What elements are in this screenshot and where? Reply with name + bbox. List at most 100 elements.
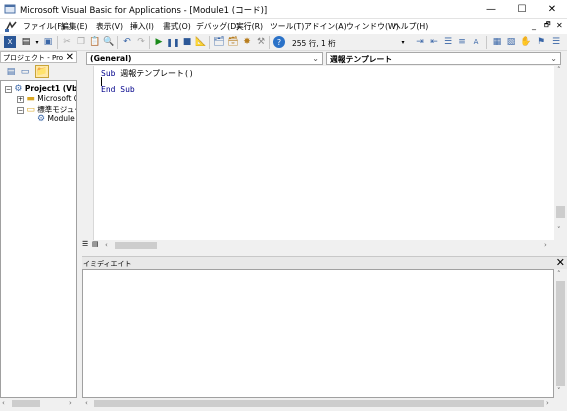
mdi-minimize-button[interactable]: _ bbox=[532, 21, 536, 30]
maximize-button[interactable]: ☐ bbox=[507, 0, 537, 19]
scroll-right-icon[interactable]: › bbox=[544, 241, 547, 249]
toolbox-icon[interactable]: ⚒ bbox=[255, 36, 267, 48]
cut-icon[interactable]: ✂ bbox=[61, 36, 73, 48]
help-icon[interactable]: ? bbox=[273, 36, 285, 48]
menu-help[interactable]: ヘルプ(H) bbox=[393, 21, 428, 32]
object-browser-icon[interactable]: ✸ bbox=[241, 36, 253, 48]
design-mode-icon[interactable]: 📐 bbox=[195, 36, 207, 48]
menu-insert[interactable]: 挿入(I) bbox=[130, 21, 154, 32]
scroll-left-icon[interactable]: ‹ bbox=[85, 399, 88, 407]
project-icon: ⚙ bbox=[14, 84, 23, 94]
collapse-icon[interactable]: − bbox=[5, 85, 12, 93]
menu-format[interactable]: 書式(O) bbox=[163, 21, 191, 32]
scroll-thumb[interactable] bbox=[94, 400, 544, 407]
code-horizontal-scrollbar[interactable]: ☰ ▤ ‹ › bbox=[82, 240, 567, 251]
bookmark-icon[interactable]: ⚑ bbox=[535, 36, 547, 48]
menu-addins[interactable]: アドイン(A) bbox=[304, 21, 347, 32]
project-pane-toolbar: ▤ ▭ 📁 bbox=[0, 63, 77, 80]
toggle-folders-icon[interactable]: 📁 bbox=[35, 65, 49, 78]
undo-icon[interactable]: ↶ bbox=[121, 36, 133, 48]
reset-icon[interactable]: ■ bbox=[181, 36, 193, 48]
redo-icon[interactable]: ↷ bbox=[135, 36, 147, 48]
open-folder-icon: ▭ bbox=[26, 105, 35, 115]
code-vertical-scrollbar[interactable]: ˄ ˅ bbox=[554, 66, 567, 240]
mdi-close-button[interactable]: ✕ bbox=[556, 21, 563, 30]
toggle-breakpoint-icon[interactable]: ✋ bbox=[520, 36, 532, 48]
menu-file[interactable]: ファイル(F) bbox=[23, 21, 65, 32]
scroll-right-icon[interactable]: › bbox=[69, 399, 72, 407]
tree-item-label: Module bbox=[47, 114, 75, 123]
view-excel-icon[interactable]: X bbox=[4, 36, 16, 48]
standard-toolbar: X ▤ ▾ ▣ ✂ ❐ 📋 🔍 ↶ ↷ ▶ ❚❚ ■ 📐 🗂 🗃 ✸ ⚒ ? 2… bbox=[0, 34, 567, 51]
scroll-up-icon[interactable]: ˄ bbox=[557, 66, 561, 74]
chevron-down-icon[interactable]: ⌄ bbox=[312, 54, 319, 63]
scroll-up-icon[interactable]: ˄ bbox=[557, 270, 561, 278]
project-horizontal-scrollbar[interactable]: ‹ › bbox=[0, 398, 77, 409]
chevron-down-icon[interactable]: ⌄ bbox=[550, 54, 557, 63]
project-pane-close-icon[interactable]: ✕ bbox=[66, 52, 74, 63]
break-icon[interactable]: ❚❚ bbox=[166, 36, 179, 48]
vba-app-icon bbox=[4, 4, 16, 14]
indent-icon[interactable]: ⇥ bbox=[414, 36, 426, 48]
scroll-down-icon[interactable]: ˅ bbox=[557, 226, 561, 234]
menu-debug[interactable]: デバッグ(D) bbox=[196, 21, 239, 32]
procedure-dropdown[interactable]: 週報テンプレート ⌄ bbox=[326, 52, 561, 65]
full-module-view-icon[interactable]: ▤ bbox=[92, 240, 101, 250]
scroll-left-icon[interactable]: ‹ bbox=[105, 241, 108, 249]
comment-block-icon[interactable]: ▦ bbox=[491, 36, 503, 48]
menu-edit[interactable]: 編集(E) bbox=[61, 21, 88, 32]
view-object-icon[interactable]: ▭ bbox=[19, 66, 31, 78]
menu-view[interactable]: 表示(V) bbox=[96, 21, 123, 32]
scroll-thumb[interactable] bbox=[556, 206, 565, 218]
next-bookmark-icon[interactable]: ☰ bbox=[550, 36, 562, 48]
immediate-close-icon[interactable]: ✕ bbox=[556, 256, 565, 269]
mdi-restore-button[interactable]: 🗗 bbox=[544, 21, 551, 32]
scroll-thumb[interactable] bbox=[12, 400, 40, 407]
object-dropdown[interactable]: (General) ⌄ bbox=[86, 52, 323, 65]
tree-item-project1[interactable]: − ⚙ Project1 (Vb bbox=[5, 84, 76, 94]
scroll-right-icon[interactable]: › bbox=[546, 399, 549, 407]
toolbar-separator bbox=[149, 36, 150, 49]
uncomment-block-icon[interactable]: ▧ bbox=[505, 36, 517, 48]
vba-icon[interactable] bbox=[4, 21, 18, 33]
menu-window[interactable]: ウィンドウ(W) bbox=[346, 21, 399, 32]
list-properties-icon[interactable]: ☰ bbox=[442, 36, 454, 48]
procedure-view-icon[interactable]: ☰ bbox=[82, 240, 91, 250]
expand-icon[interactable]: + bbox=[17, 95, 24, 103]
list-constants-icon[interactable]: ≡ bbox=[456, 36, 468, 48]
run-icon[interactable]: ▶ bbox=[153, 36, 165, 48]
menu-bar: ファイル(F) 編集(E) 表示(V) 挿入(I) 書式(O) デバッグ(D) … bbox=[0, 19, 567, 34]
collapse-icon[interactable]: − bbox=[17, 106, 24, 114]
immediate-vertical-scrollbar[interactable]: ˄ ˅ bbox=[554, 269, 567, 398]
properties-icon[interactable]: 🗃 bbox=[227, 36, 239, 48]
code-line-3[interactable]: End Sub bbox=[101, 85, 135, 94]
tree-item-microsoft-objects[interactable]: + ▬ Microsoft O bbox=[17, 94, 77, 104]
project-tree: − ⚙ Project1 (Vb + ▬ Microsoft O − ▭ 標準モ… bbox=[0, 80, 77, 398]
code-margin[interactable] bbox=[82, 66, 94, 240]
view-code-icon[interactable]: ▤ bbox=[5, 66, 17, 78]
find-icon[interactable]: 🔍 bbox=[103, 36, 115, 48]
scroll-thumb[interactable] bbox=[556, 281, 565, 386]
close-button[interactable]: ✕ bbox=[537, 0, 567, 19]
outdent-icon[interactable]: ⇤ bbox=[428, 36, 440, 48]
tree-item-label: Microsoft O bbox=[37, 94, 77, 103]
immediate-window[interactable] bbox=[82, 269, 554, 398]
toolbar-overflow-icon[interactable]: ▾ bbox=[400, 36, 406, 48]
save-icon[interactable]: ▣ bbox=[42, 36, 54, 48]
paste-icon[interactable]: 📋 bbox=[89, 36, 101, 48]
quick-info-icon[interactable]: A bbox=[470, 36, 482, 48]
toolbar-separator bbox=[117, 36, 118, 49]
menu-run[interactable]: 実行(R) bbox=[236, 21, 263, 32]
scroll-left-icon[interactable]: ‹ bbox=[2, 399, 5, 407]
code-editor[interactable] bbox=[82, 66, 557, 240]
scroll-thumb[interactable] bbox=[115, 242, 157, 249]
project-explorer-icon[interactable]: 🗂 bbox=[213, 36, 225, 48]
immediate-horizontal-scrollbar[interactable]: ‹ › bbox=[82, 398, 567, 409]
menu-tools[interactable]: ツール(T) bbox=[270, 21, 304, 32]
copy-icon[interactable]: ❐ bbox=[75, 36, 87, 48]
scroll-down-icon[interactable]: ˅ bbox=[557, 387, 561, 395]
minimize-button[interactable]: — bbox=[476, 0, 506, 19]
code-line-1[interactable]: Sub 週報テンプレート() bbox=[101, 68, 194, 79]
tree-item-module1[interactable]: ⚙ Module bbox=[37, 114, 75, 124]
toolbar-separator bbox=[57, 36, 58, 49]
